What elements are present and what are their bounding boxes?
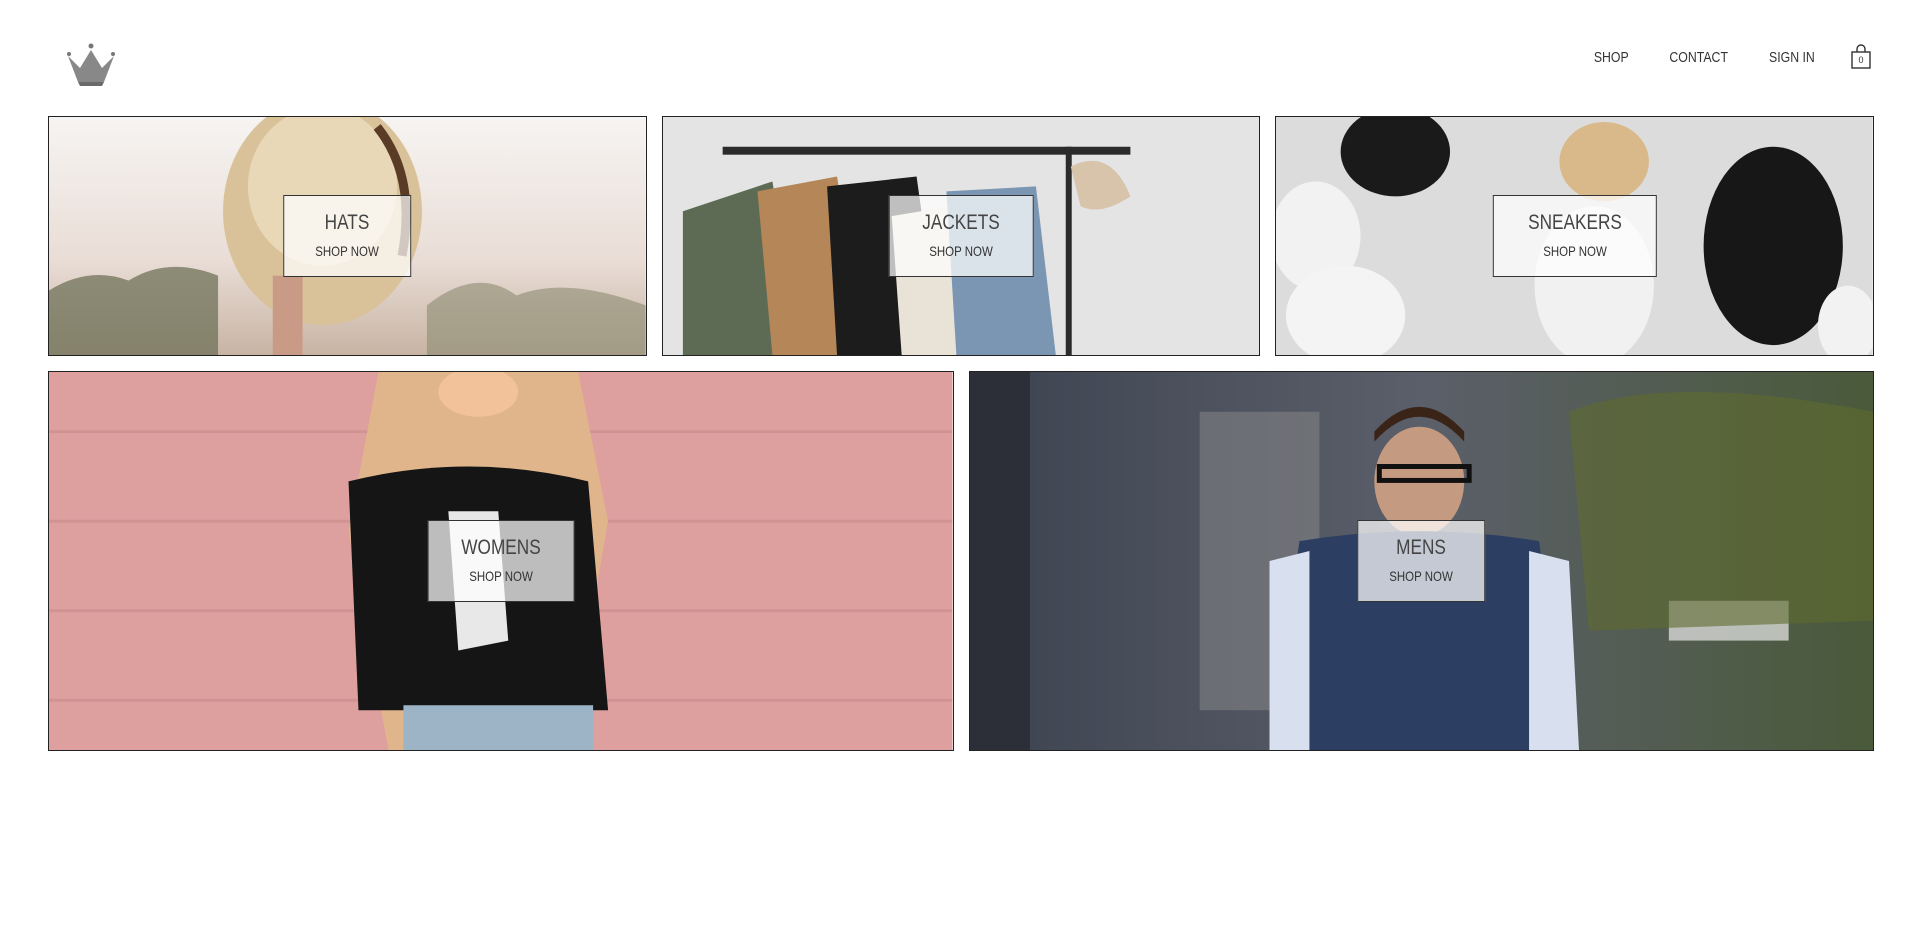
shop-now-link[interactable]: SHOP NOW [922,240,1000,262]
category-label: SNEAKERS SHOP NOW [1492,195,1657,277]
cart-count: 0 [1858,55,1864,65]
category-title: WOMENS [461,536,541,559]
category-label: HATS SHOP NOW [283,195,412,277]
crown-icon[interactable] [64,42,118,88]
category-row-top: HATS SHOP NOW JACKETS SHOP NOW SNEAKERS … [48,116,1875,356]
category-row-bottom: WOMENS SHOP NOW MENS SHOP NOW [48,371,1874,751]
category-label: WOMENS SHOP NOW [427,520,575,602]
shop-now-link[interactable]: SHOP NOW [461,565,540,587]
category-tile-mens[interactable]: MENS SHOP NOW [968,371,1874,751]
category-tile-hats[interactable]: HATS SHOP NOW [48,116,647,356]
nav-contact-link[interactable]: CONTACT [1669,49,1728,66]
shop-now-link[interactable]: SHOP NOW [1389,565,1453,587]
category-tile-womens[interactable]: WOMENS SHOP NOW [48,371,954,751]
main-nav: SHOP CONTACT SIGN IN 0 [1590,42,1872,72]
site-header: SHOP CONTACT SIGN IN 0 [0,0,1920,116]
category-title: JACKETS [922,211,1000,234]
shop-now-link[interactable]: SHOP NOW [316,240,380,262]
nav-sign-in-link[interactable]: SIGN IN [1769,49,1815,66]
category-tile-jackets[interactable]: JACKETS SHOP NOW [661,116,1261,356]
nav-shop-link[interactable]: SHOP [1594,49,1629,66]
category-title: HATS [324,211,370,234]
category-title: SNEAKERS [1527,211,1622,234]
category-label: MENS SHOP NOW [1357,520,1486,602]
category-label: JACKETS SHOP NOW [888,195,1034,277]
category-title: MENS [1396,536,1447,559]
category-tile-sneakers[interactable]: SNEAKERS SHOP NOW [1275,116,1875,356]
cart-button[interactable]: 0 [1850,44,1872,70]
shop-now-link[interactable]: SHOP NOW [1528,240,1622,262]
